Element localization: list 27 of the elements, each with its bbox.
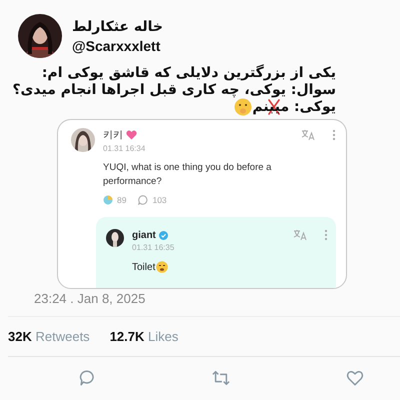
author-name: خاله عثکارلط: [72, 18, 163, 34]
tweet-text: سوال: یوکی، چه کاری قبل اجراها انجام میدی؟: [12, 82, 336, 98]
face-emoji-icon: [156, 261, 168, 273]
post-text: YUQI, what is one thing you do before a performance?: [103, 161, 272, 189]
more-icon[interactable]: [324, 229, 328, 241]
reply-author: giant: [132, 230, 156, 240]
retweet-icon[interactable]: [211, 369, 231, 387]
heart-icon: [126, 130, 137, 140]
tweet-timestamp: 23:24 . Jan 8, 2025: [34, 291, 146, 306]
post-author: 키키: [103, 129, 123, 142]
reply-time: 01.31 16:35: [132, 243, 176, 252]
more-icon[interactable]: [332, 129, 336, 141]
author-handle: @Scarxxxlett: [72, 38, 162, 54]
reaction-icon[interactable]: [103, 195, 113, 205]
face-emoji-icon: [234, 98, 252, 116]
reaction-count: 89: [117, 195, 126, 205]
tweet-text: یکی از بزرگترین دلایلی که قاشق یوکی ام:: [42, 64, 336, 80]
reply-icon[interactable]: [78, 369, 96, 387]
comment-count: 103: [152, 195, 167, 205]
translate-icon[interactable]: [293, 229, 307, 241]
stat-count[interactable]: 12.7K Likes: [110, 329, 178, 344]
comment-icon[interactable]: [138, 195, 148, 205]
like-icon[interactable]: [346, 369, 364, 387]
post-time: 01.31 16:34: [103, 144, 146, 153]
translate-icon[interactable]: [301, 129, 315, 141]
stat-count[interactable]: 32K Retweets: [8, 329, 90, 344]
reply-text: Toilet: [132, 262, 156, 272]
